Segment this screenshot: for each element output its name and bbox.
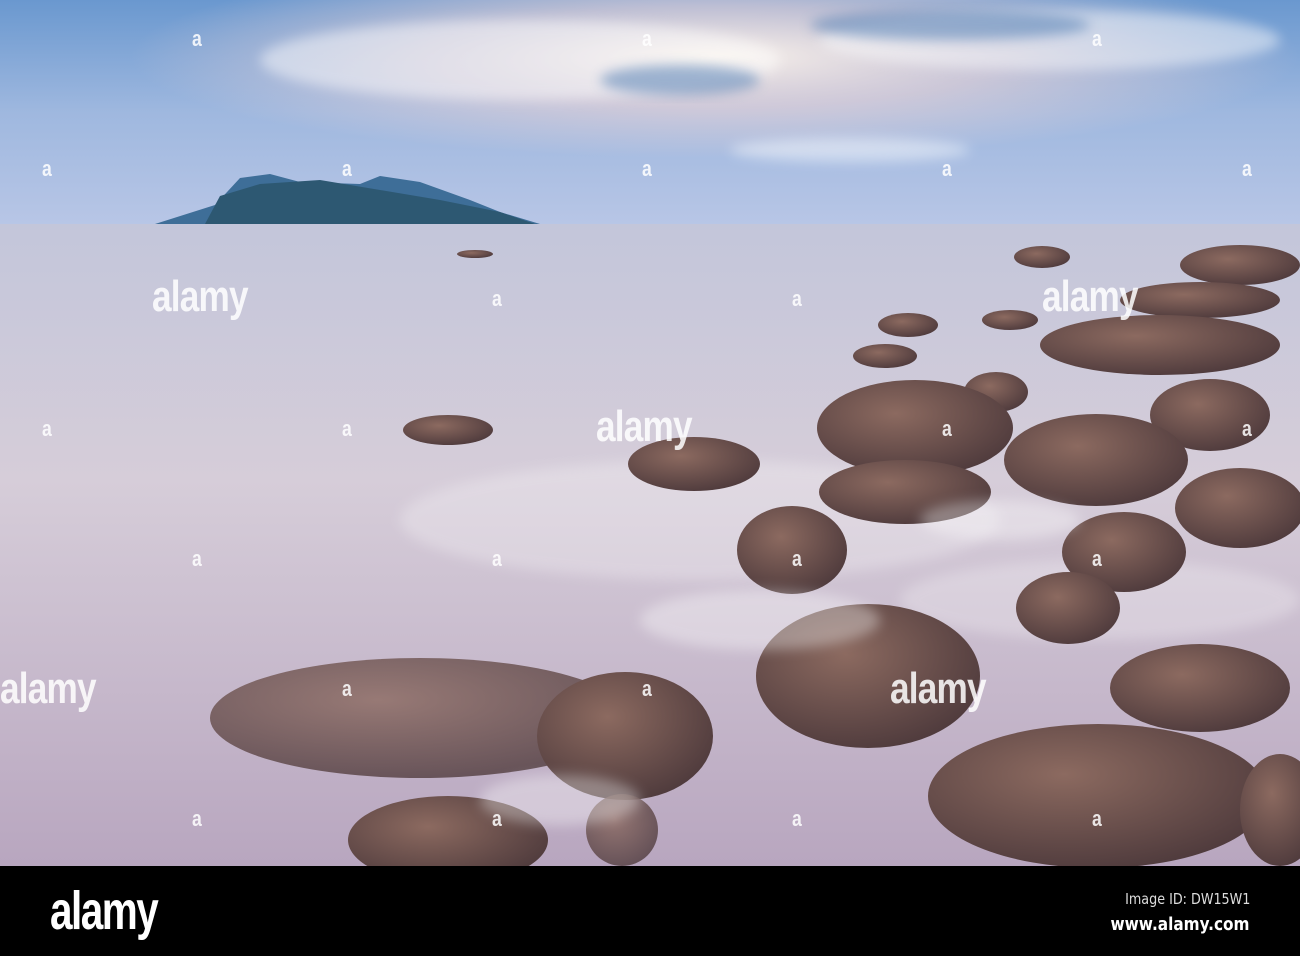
stock-photo: alamy alamy alamy alamy alamy a a a a a …: [0, 0, 1300, 956]
watermark-mark: a: [642, 156, 652, 181]
watermark: alamy: [596, 402, 693, 451]
watermark-mark: a: [1092, 26, 1102, 51]
watermark-mark: a: [792, 286, 802, 311]
watermark-mark: a: [942, 156, 952, 181]
watermark-mark: a: [792, 546, 802, 571]
site-url: www.alamy.com: [1111, 914, 1250, 935]
watermark-mark: a: [642, 26, 652, 51]
watermark: alamy: [0, 664, 97, 713]
watermark-mark: a: [192, 546, 202, 571]
footer-bar: alamy Image ID: DW15W1 www.alamy.com: [0, 866, 1300, 956]
watermark-mark: a: [1242, 156, 1252, 181]
watermark-mark: a: [492, 286, 502, 311]
watermark-mark: a: [1242, 416, 1252, 441]
watermark-mark: a: [42, 416, 52, 441]
seascape-photo: alamy alamy alamy alamy alamy a a a a a …: [0, 0, 1300, 866]
image-id: Image ID: DW15W1: [1124, 890, 1250, 908]
watermark-mark: a: [342, 416, 352, 441]
watermark: alamy: [152, 272, 249, 321]
watermark-mark: a: [942, 416, 952, 441]
watermark-mark: a: [642, 676, 652, 701]
alamy-logo: alamy: [50, 881, 159, 941]
watermark-mark: a: [1092, 546, 1102, 571]
watermark-mark: a: [492, 546, 502, 571]
watermark-mark: a: [342, 676, 352, 701]
watermark-mark: a: [192, 806, 202, 831]
watermark-mark: a: [792, 806, 802, 831]
watermark-mark: a: [492, 806, 502, 831]
watermark-mark: a: [192, 26, 202, 51]
watermark-mark: a: [1092, 806, 1102, 831]
watermark: alamy: [1042, 272, 1139, 321]
watermark-mark: a: [42, 156, 52, 181]
watermark-mark: a: [342, 156, 352, 181]
watermark: alamy: [890, 664, 987, 713]
